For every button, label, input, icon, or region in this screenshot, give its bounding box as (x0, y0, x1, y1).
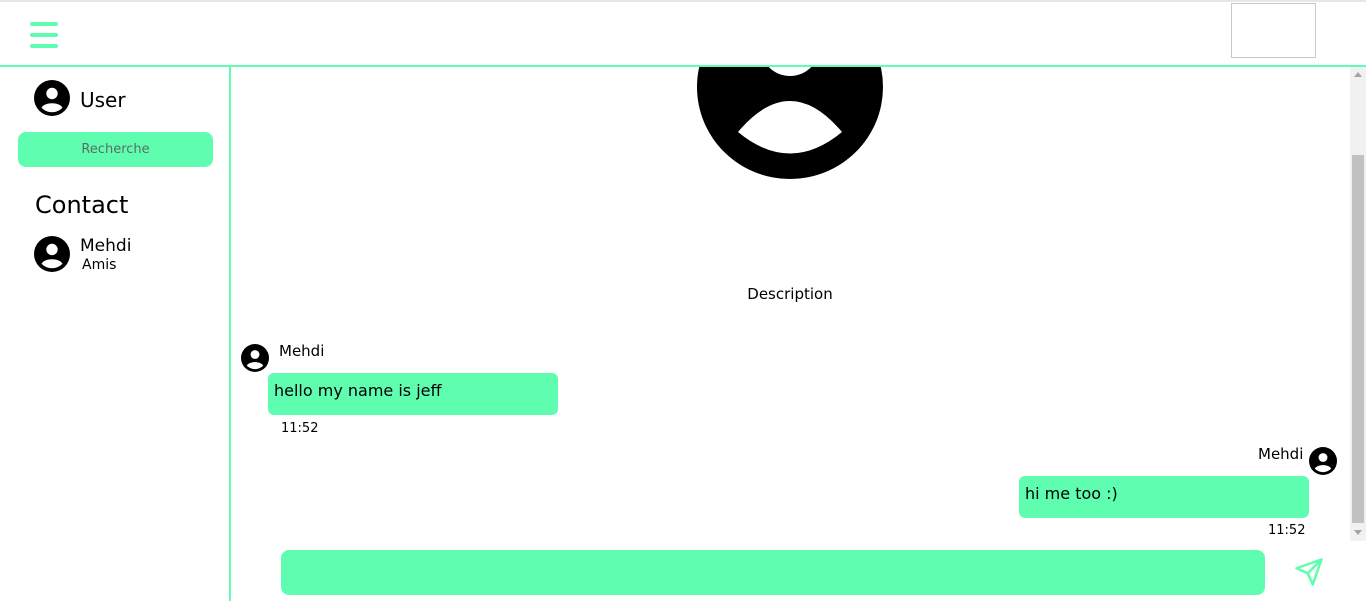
chat-scrollbar[interactable] (1350, 67, 1366, 541)
chat-description: Description (747, 285, 833, 303)
scroll-up-arrow-icon[interactable] (1354, 72, 1362, 77)
sender-avatar-icon (1309, 447, 1337, 475)
send-icon[interactable] (1294, 557, 1324, 587)
chat-panel: Description Mehdi hello my name is jeff … (231, 67, 1366, 601)
scroll-down-arrow-icon[interactable] (1354, 530, 1362, 535)
contact-item[interactable]: Mehdi Amis (34, 235, 214, 275)
message-bubble: hello my name is jeff (268, 373, 558, 415)
user-row: User (34, 80, 126, 116)
user-avatar-icon (34, 80, 70, 116)
contact-subtitle: Amis (82, 257, 117, 273)
message-time: 11:52 (1268, 523, 1306, 538)
sidebar: User Contact Mehdi Amis (0, 67, 231, 601)
user-label: User (80, 88, 126, 112)
message-time: 11:52 (281, 421, 319, 436)
search-input[interactable] (18, 132, 213, 167)
contact-heading: Contact (35, 191, 129, 219)
message-bubble: hi me too :) (1019, 476, 1309, 518)
message-sender-name: Mehdi (1258, 445, 1304, 463)
top-bar (0, 0, 1366, 67)
profile-picture-icon (697, 67, 883, 180)
message-input[interactable] (281, 550, 1265, 595)
message-sender-name: Mehdi (279, 342, 325, 360)
contact-avatar-icon (34, 236, 70, 272)
scroll-thumb[interactable] (1352, 155, 1364, 523)
hamburger-icon[interactable] (30, 22, 58, 48)
contact-name: Mehdi (80, 236, 132, 256)
sender-avatar-icon (241, 344, 269, 372)
top-right-box[interactable] (1231, 3, 1316, 58)
